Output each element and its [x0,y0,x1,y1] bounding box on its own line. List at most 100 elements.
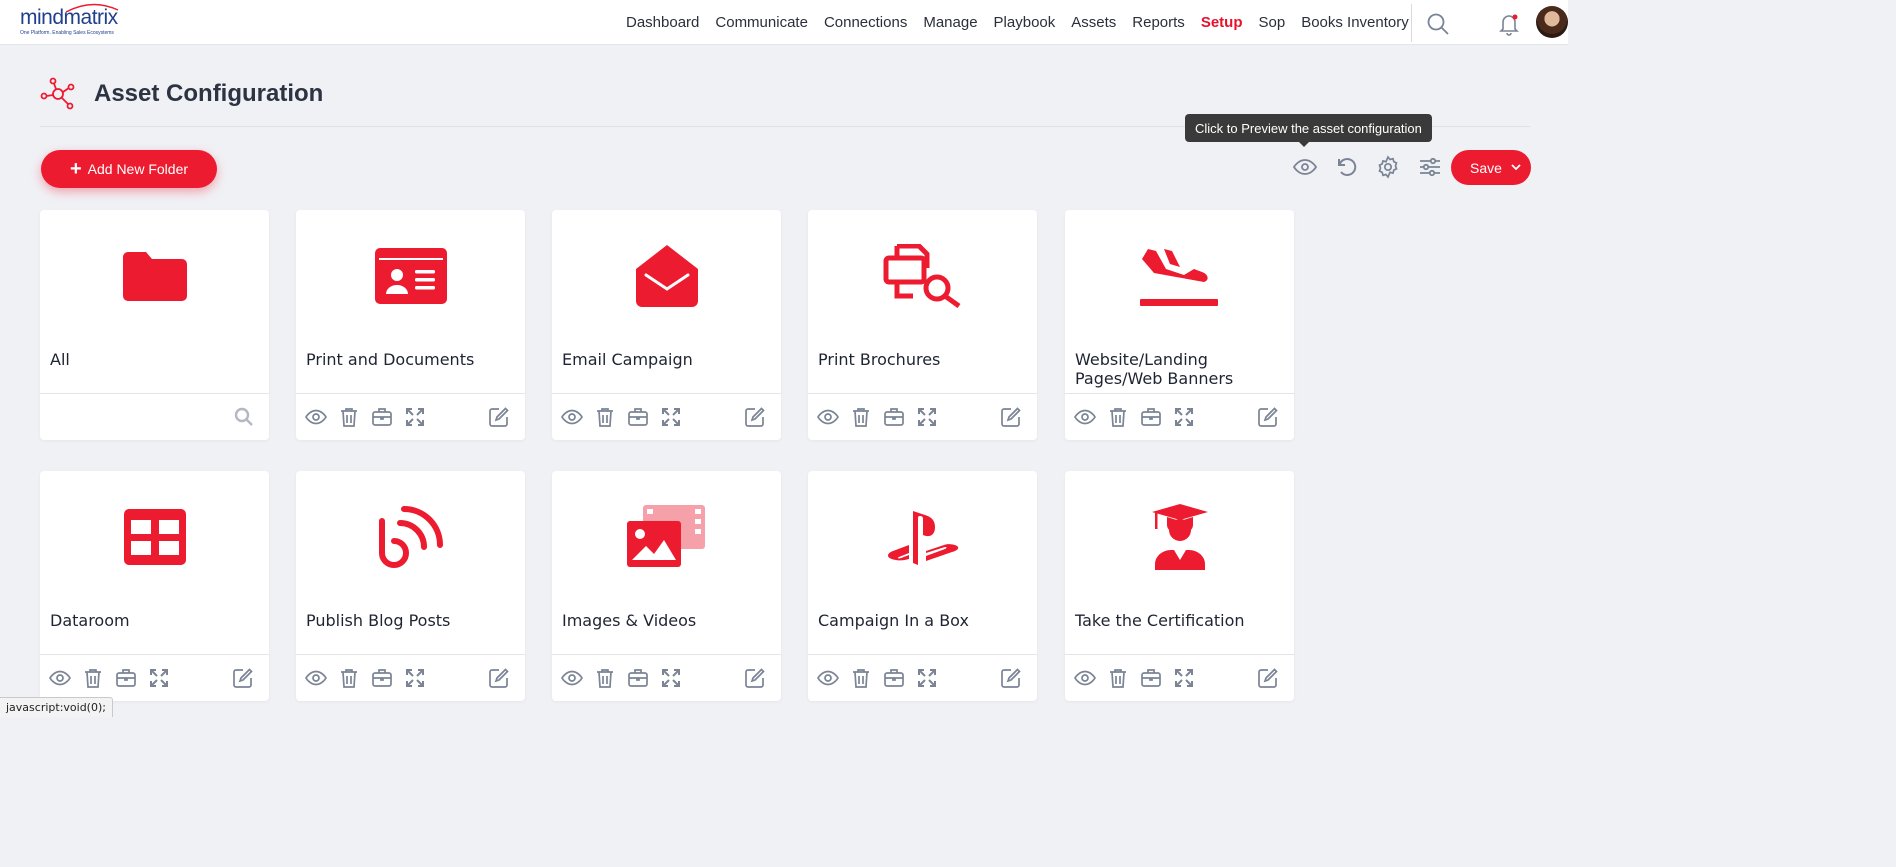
brand-logo[interactable]: mindmatrix One Platform. Enabling Sales … [20,3,119,36]
grid-table-icon [123,509,186,565]
eye-icon[interactable] [1293,155,1317,179]
eye-icon[interactable] [561,667,583,689]
edit-icon[interactable] [488,406,510,428]
eye-icon[interactable] [305,667,327,689]
nav-divider [1411,4,1412,42]
search-icon[interactable] [1426,12,1450,36]
photo-film-icon [626,505,705,567]
nav-item-playbook[interactable]: Playbook [994,14,1056,31]
edit-icon[interactable] [744,406,766,428]
expand-icon[interactable] [916,406,938,428]
briefcase-icon[interactable] [627,667,649,689]
eye-icon[interactable] [1074,667,1096,689]
briefcase-icon[interactable] [627,406,649,428]
asset-card-email-campaign[interactable]: Email Campaign [552,210,781,440]
edit-icon[interactable] [1000,406,1022,428]
nav-item-setup[interactable]: Setup [1201,14,1243,31]
add-new-folder-button[interactable]: + Add New Folder [41,150,217,188]
trash-icon[interactable] [1107,406,1129,428]
top-navbar: mindmatrix One Platform. Enabling Sales … [0,0,1568,45]
preview-tooltip: Click to Preview the asset configuration [1185,114,1432,142]
trash-icon[interactable] [850,667,872,689]
edit-icon[interactable] [1000,667,1022,689]
folder-icon [122,252,187,301]
briefcase-icon[interactable] [1140,406,1162,428]
asset-card-take-the-certification[interactable]: Take the Certification [1065,471,1294,701]
card-icon-wrap [552,240,781,312]
expand-icon[interactable] [404,667,426,689]
nav-item-communicate[interactable]: Communicate [715,14,808,31]
undo-icon[interactable] [1335,155,1359,179]
asset-card-dataroom[interactable]: Dataroom [40,471,269,701]
nav-item-connections[interactable]: Connections [824,14,907,31]
trash-icon[interactable] [1107,667,1129,689]
sliders-icon[interactable] [1418,155,1442,179]
eye-icon[interactable] [817,667,839,689]
edit-icon[interactable] [1257,667,1279,689]
trash-icon[interactable] [82,667,104,689]
logo-tagline: One Platform. Enabling Sales Ecosystems [20,30,114,36]
bell-icon[interactable] [1497,12,1521,36]
asset-card-all[interactable]: All [40,210,269,440]
asset-card-website-landing-pages[interactable]: Website/Landing Pages/Web Banners [1065,210,1294,440]
trash-icon[interactable] [338,667,360,689]
browser-status-bar: javascript:void(0); [0,697,113,717]
briefcase-icon[interactable] [115,667,137,689]
expand-icon[interactable] [660,406,682,428]
asset-card-publish-blog-posts[interactable]: Publish Blog Posts [296,471,525,701]
edit-icon[interactable] [232,667,254,689]
edit-icon[interactable] [744,667,766,689]
expand-icon[interactable] [404,406,426,428]
card-icon-wrap [1065,240,1294,312]
card-footer [808,654,1037,701]
card-icon-wrap [40,501,269,573]
eye-icon[interactable] [49,667,71,689]
trash-icon[interactable] [338,406,360,428]
expand-icon[interactable] [916,667,938,689]
gear-icon[interactable] [1376,155,1400,179]
asset-card-print-and-documents[interactable]: Print and Documents [296,210,525,440]
add-new-folder-label: Add New Folder [87,161,189,177]
nav-item-dashboard[interactable]: Dashboard [626,14,699,31]
card-footer [40,393,269,440]
search-icon[interactable] [233,406,255,428]
eye-icon[interactable] [817,406,839,428]
briefcase-icon[interactable] [1140,667,1162,689]
asset-card-print-brochures[interactable]: Print Brochures [808,210,1037,440]
save-button[interactable]: Save [1451,150,1531,185]
eye-icon[interactable] [561,406,583,428]
briefcase-icon[interactable] [883,667,905,689]
trash-icon[interactable] [594,667,616,689]
expand-icon[interactable] [660,667,682,689]
card-title: All [50,350,70,369]
nav-item-books-inventory[interactable]: Books Inventory [1301,14,1409,31]
expand-icon[interactable] [1173,667,1195,689]
envelope-open-icon [635,245,698,307]
graduate-icon [1151,504,1208,570]
eye-icon[interactable] [305,406,327,428]
card-footer [808,393,1037,440]
card-title: Publish Blog Posts [306,611,451,630]
nav-item-assets[interactable]: Assets [1071,14,1116,31]
trash-icon[interactable] [850,406,872,428]
edit-icon[interactable] [488,667,510,689]
asset-card-images-and-videos[interactable]: Images & Videos [552,471,781,701]
briefcase-icon[interactable] [371,667,393,689]
briefcase-icon[interactable] [371,406,393,428]
trash-icon[interactable] [594,406,616,428]
briefcase-icon[interactable] [883,406,905,428]
expand-icon[interactable] [1173,406,1195,428]
chevron-down-icon[interactable] [1511,163,1521,171]
edit-icon[interactable] [1257,406,1279,428]
blog-feed-icon [378,506,443,568]
avatar[interactable] [1536,6,1568,38]
nav-item-reports[interactable]: Reports [1132,14,1185,31]
expand-icon[interactable] [148,667,170,689]
file-search-icon [883,244,960,308]
nav-item-sop[interactable]: Sop [1258,14,1285,31]
eye-icon[interactable] [1074,406,1096,428]
tooltip-arrow [1298,141,1310,147]
asset-card-campaign-in-a-box[interactable]: Campaign In a Box [808,471,1037,701]
card-icon-wrap [808,240,1037,312]
nav-item-manage[interactable]: Manage [923,14,977,31]
